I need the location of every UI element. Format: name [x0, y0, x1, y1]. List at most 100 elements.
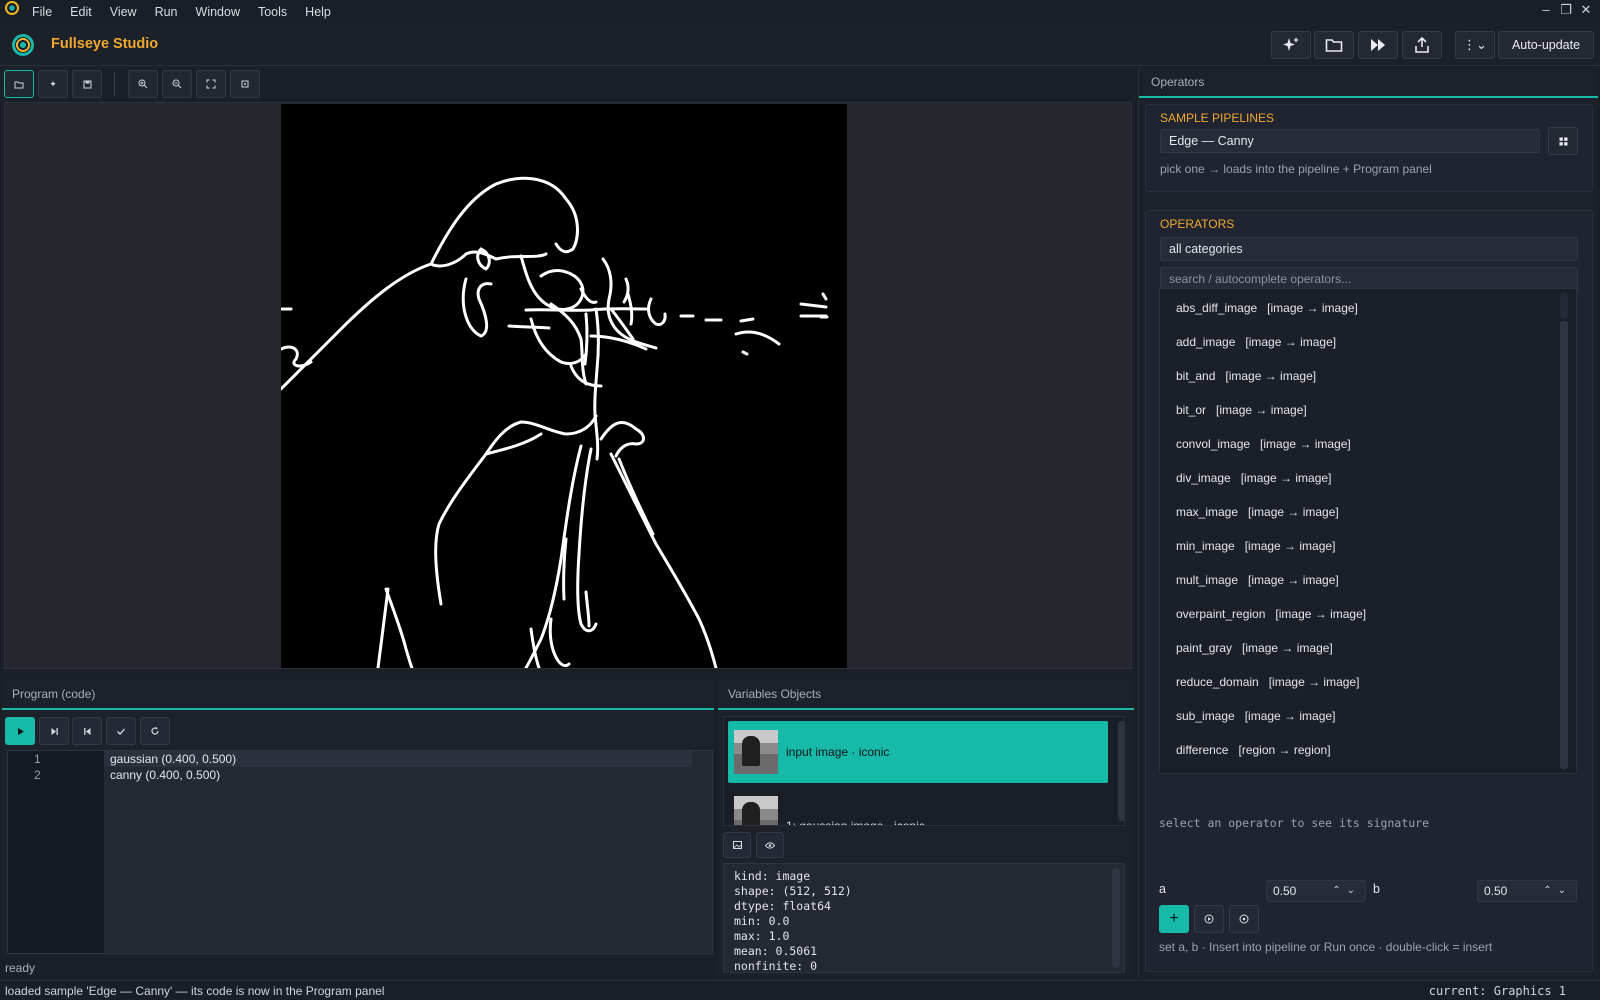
- operator-item[interactable]: paint_gray [image → image]: [1176, 641, 1333, 655]
- signature-hint: select an operator to see its signature: [1159, 816, 1430, 830]
- spin-arrows-icon[interactable]: ⌃⌄: [1543, 881, 1572, 901]
- menu-run[interactable]: Run: [146, 5, 187, 19]
- variable-thumbnail: [734, 730, 778, 774]
- menu-tools[interactable]: Tools: [249, 5, 296, 19]
- app-title: Fullseye Studio: [51, 36, 159, 52]
- operator-list: abs_diff_image [image → image] add_image…: [1159, 288, 1577, 774]
- save-icon: [83, 80, 91, 88]
- param-b-label: b: [1373, 882, 1380, 896]
- run-all-button[interactable]: [1358, 31, 1398, 59]
- variable-item-input[interactable]: input image · iconic: [728, 721, 1108, 783]
- operator-item[interactable]: div_image [image → image]: [1176, 471, 1331, 485]
- program-panel: Program (code) 1 gaussian (0.400, 0.500)…: [2, 680, 714, 958]
- code-line[interactable]: gaussian (0.400, 0.500): [110, 752, 236, 766]
- menu-view[interactable]: View: [101, 5, 146, 19]
- title-bar: Fullseye Studio ⋮⌄ Auto-update: [0, 24, 1600, 66]
- operator-list-scrollbar[interactable]: [1560, 321, 1568, 769]
- auto-enhance-button[interactable]: ✦: [38, 70, 68, 98]
- line-number: 1: [34, 752, 41, 766]
- open-folder-icon: [14, 81, 24, 88]
- operator-item[interactable]: mult_image [image → image]: [1176, 573, 1339, 587]
- export-icon: [1415, 36, 1429, 53]
- run-once-button[interactable]: [1194, 905, 1224, 933]
- check-button[interactable]: [106, 717, 136, 745]
- operator-item[interactable]: add_image [image → image]: [1176, 335, 1336, 349]
- variable-label: 1: gaussian image · iconic: [786, 819, 925, 826]
- sample-pipeline-select[interactable]: Edge — Canny: [1160, 129, 1540, 153]
- operator-item[interactable]: reduce_domain [image → image]: [1176, 675, 1359, 689]
- category-select[interactable]: all categories: [1160, 237, 1578, 261]
- operator-item[interactable]: difference [region → region]: [1176, 743, 1331, 757]
- operator-item[interactable]: bit_or [image → image]: [1176, 403, 1307, 417]
- step-button[interactable]: [39, 717, 69, 745]
- variable-list: input image · iconic 1: gaussian image ·…: [723, 716, 1125, 826]
- export-button[interactable]: [1402, 31, 1442, 59]
- variable-thumbnail: [734, 796, 778, 825]
- close-icon[interactable]: ✕: [1578, 2, 1594, 18]
- operators-panel: Operators SAMPLE PIPELINES Edge — Canny …: [1138, 68, 1598, 978]
- operator-item[interactable]: convol_image [image → image]: [1176, 437, 1351, 451]
- auto-update-button[interactable]: Auto-update: [1498, 31, 1594, 59]
- zoom-in-button[interactable]: [128, 70, 158, 98]
- insert-operator-button[interactable]: +: [1159, 905, 1189, 933]
- info-nonfinite: nonfinite: 0: [734, 959, 818, 973]
- code-editor[interactable]: 1 gaussian (0.400, 0.500) 2 canny (0.400…: [7, 750, 713, 954]
- operators-panel-title: Operators: [1139, 68, 1598, 98]
- target-icon: [1239, 914, 1249, 924]
- operator-item[interactable]: bit_and [image → image]: [1176, 369, 1316, 383]
- eye-icon: [765, 841, 775, 849]
- operator-item[interactable]: overpaint_region [image → image]: [1176, 607, 1366, 621]
- reset-zoom-button[interactable]: [230, 70, 260, 98]
- check-icon: [117, 728, 125, 735]
- play-icon: [17, 727, 24, 735]
- variable-list-scrollbar[interactable]: [1118, 721, 1124, 821]
- param-b-input[interactable]: 0.50 ⌃⌄: [1477, 880, 1577, 902]
- step-back-icon: [83, 727, 90, 735]
- minimize-icon[interactable]: –: [1538, 2, 1554, 18]
- grid-icon: [1559, 137, 1567, 145]
- variables-panel-title: Variables Objects: [718, 680, 1134, 710]
- operator-item[interactable]: max_image [image → image]: [1176, 505, 1339, 519]
- ai-assist-button[interactable]: [1271, 31, 1311, 59]
- menu-edit[interactable]: Edit: [61, 5, 101, 19]
- operator-item[interactable]: min_image [image → image]: [1176, 539, 1335, 553]
- fit-view-button[interactable]: [196, 70, 226, 98]
- show-image-button[interactable]: [723, 832, 751, 858]
- maximize-icon[interactable]: ❐: [1558, 2, 1574, 18]
- zoom-in-icon: [138, 79, 148, 89]
- save-image-button[interactable]: [72, 70, 102, 98]
- more-options-button[interactable]: ⋮⌄: [1455, 31, 1495, 59]
- operator-item[interactable]: abs_diff_image [image → image]: [1176, 301, 1358, 315]
- run-button[interactable]: [5, 717, 35, 745]
- variable-item-gaussian[interactable]: 1: gaussian image · iconic: [728, 787, 1108, 826]
- param-a-input[interactable]: 0.50 ⌃⌄: [1266, 880, 1366, 902]
- open-button[interactable]: [1314, 31, 1354, 59]
- canny-edge-image: [281, 176, 829, 668]
- zoom-out-button[interactable]: [162, 70, 192, 98]
- sparkle-icon: [1283, 37, 1299, 51]
- operator-item[interactable]: sub_image [image → image]: [1176, 709, 1335, 723]
- step-back-button[interactable]: [72, 717, 102, 745]
- app-logo-icon: [5, 1, 19, 15]
- spin-arrows-icon[interactable]: ⌃⌄: [1332, 881, 1361, 901]
- image-icon: [732, 841, 742, 849]
- step-forward-icon: [51, 727, 58, 735]
- image-canvas[interactable]: [281, 104, 847, 668]
- menu-window[interactable]: Window: [187, 5, 249, 19]
- line-number: 2: [34, 768, 41, 782]
- fast-forward-icon: [1371, 39, 1385, 51]
- fit-icon: [206, 79, 216, 89]
- reset-button[interactable]: [140, 717, 170, 745]
- inspect-button[interactable]: [1229, 905, 1259, 933]
- menu-file[interactable]: File: [23, 5, 61, 19]
- open-image-button[interactable]: [4, 70, 34, 98]
- code-line[interactable]: canny (0.400, 0.500): [110, 768, 220, 782]
- zoom-out-icon: [172, 79, 182, 89]
- menu-help[interactable]: Help: [296, 5, 340, 19]
- current-graphics-label: current: Graphics 1: [1428, 984, 1566, 998]
- pipeline-grid-button[interactable]: [1548, 127, 1578, 155]
- operator-list-scroll-up[interactable]: [1560, 293, 1568, 319]
- toggle-visibility-button[interactable]: [756, 832, 784, 858]
- variable-label: input image · iconic: [786, 745, 890, 759]
- info-scrollbar[interactable]: [1112, 868, 1120, 968]
